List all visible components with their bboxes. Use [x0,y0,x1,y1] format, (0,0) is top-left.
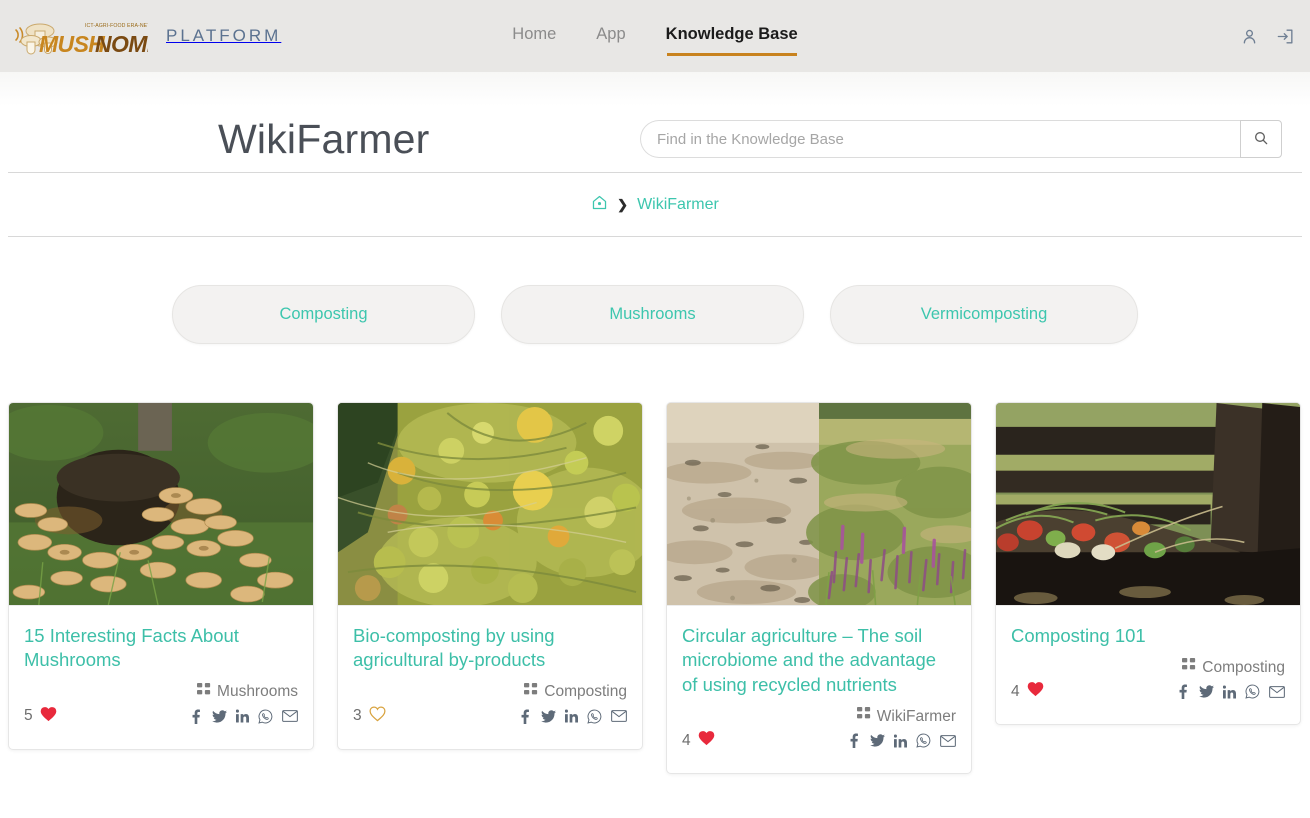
search-button[interactable] [1240,120,1282,158]
heart-icon-filled[interactable] [1027,681,1044,702]
nav-item-app[interactable]: App [596,25,625,48]
article-category[interactable]: Composting [1011,658,1285,677]
search-icon [1253,130,1269,149]
breadcrumb: ❯ WikiFarmer [0,173,1310,236]
search-input[interactable] [640,120,1240,158]
article-card[interactable]: 15 Interesting Facts About Mushrooms Mus… [8,402,314,750]
facebook-icon[interactable] [518,709,532,724]
social-share-row [189,709,298,724]
category-filter-row: Composting Mushrooms Vermicomposting [0,237,1310,344]
linkedin-icon[interactable] [565,709,578,723]
social-share-row [518,709,627,724]
article-image-circular-agriculture [667,403,971,606]
article-category-label: WikiFarmer [876,707,956,725]
page-title: WikiFarmer [218,115,430,162]
article-category-label: Composting [544,683,627,701]
whatsapp-icon[interactable] [1245,684,1260,700]
article-image-composting-101 [996,403,1300,606]
category-pill-mushrooms[interactable]: Mushrooms [501,285,804,344]
nav-item-knowledge-base[interactable]: Knowledge Base [666,25,798,56]
like-count: 4 [682,731,691,749]
breadcrumb-current[interactable]: WikiFarmer [637,196,719,214]
facebook-icon[interactable] [189,709,203,724]
linkedin-icon[interactable] [894,734,907,748]
card-body: Bio-composting by using agricultural by-… [338,606,642,749]
email-icon[interactable] [940,734,956,748]
card-footer: 3 [353,706,627,749]
heart-icon-filled[interactable] [40,706,57,727]
mushroom-logo-icon: ICT-AGRI-FOOD ERA-NET MUSH NOMICS [15,23,148,57]
nav-item-home[interactable]: Home [512,25,556,48]
card-body: 15 Interesting Facts About Mushrooms Mus… [9,606,313,749]
twitter-icon[interactable] [212,709,227,724]
user-icon[interactable] [1238,25,1260,47]
grid-icon [1182,658,1196,677]
platform-wordmark: PLATFORM [166,25,282,45]
breadcrumb-home-link[interactable] [591,194,608,216]
article-title[interactable]: 15 Interesting Facts About Mushrooms [24,624,298,673]
grid-icon [524,682,538,702]
linkedin-icon[interactable] [1223,685,1236,699]
card-body: Composting 101 Composting 4 [996,606,1300,724]
login-icon[interactable] [1274,25,1296,47]
article-title[interactable]: Composting 101 [1011,624,1285,648]
like-counter[interactable]: 4 [682,730,715,751]
top-header-bar: ICT-AGRI-FOOD ERA-NET MUSH NOMICS PLATFO… [0,0,1310,72]
article-title[interactable]: Circular agriculture – The soil microbio… [682,624,956,697]
article-card[interactable]: Circular agriculture – The soil microbio… [666,402,972,775]
article-card[interactable]: Bio-composting by using agricultural by-… [337,402,643,750]
twitter-icon[interactable] [1199,684,1214,699]
article-card-grid: 15 Interesting Facts About Mushrooms Mus… [0,344,1310,775]
page-title-row: WikiFarmer [0,106,1310,172]
card-footer: 4 [682,730,956,773]
whatsapp-icon[interactable] [587,709,602,724]
article-image-mushrooms [9,403,313,606]
header-gradient-strip [0,72,1310,106]
whatsapp-icon[interactable] [258,709,273,724]
like-count: 3 [353,707,362,725]
email-icon[interactable] [282,709,298,723]
social-share-row [847,733,956,749]
facebook-icon[interactable] [1176,684,1190,700]
facebook-icon[interactable] [847,733,861,749]
grid-icon [856,707,871,726]
card-footer: 5 [24,706,298,749]
linkedin-icon[interactable] [236,709,249,723]
twitter-icon[interactable] [541,709,556,724]
category-pill-composting[interactable]: Composting [172,285,475,344]
email-icon[interactable] [1269,685,1285,699]
breadcrumb-separator: ❯ [617,196,629,212]
header-actions [1238,25,1296,47]
card-body: Circular agriculture – The soil microbio… [667,606,971,773]
mushnomics-logo: ICT-AGRI-FOOD ERA-NET MUSH NOMICS [10,14,148,58]
article-category[interactable]: Mushrooms [24,682,298,702]
social-share-row [1176,684,1285,700]
like-count: 5 [24,707,33,725]
brand-logo-link[interactable]: ICT-AGRI-FOOD ERA-NET MUSH NOMICS PLATFO… [10,14,281,58]
knowledge-base-search [640,120,1282,158]
email-icon[interactable] [611,709,627,723]
heart-icon-filled[interactable] [698,730,715,751]
like-counter[interactable]: 4 [1011,681,1044,702]
card-footer: 4 [1011,681,1285,724]
article-card[interactable]: Composting 101 Composting 4 [995,402,1301,726]
article-title[interactable]: Bio-composting by using agricultural by-… [353,624,627,673]
category-pill-vermicomposting[interactable]: Vermicomposting [830,285,1138,344]
like-counter[interactable]: 5 [24,706,57,727]
like-count: 4 [1011,682,1020,700]
article-category[interactable]: Composting [353,682,627,702]
home-icon [591,195,608,215]
heart-icon-outline[interactable] [369,706,386,727]
twitter-icon[interactable] [870,733,885,748]
logo-eranet-caption: ICT-AGRI-FOOD ERA-NET [85,23,148,29]
article-category-label: Mushrooms [217,683,298,701]
article-category-label: Composting [1202,658,1285,676]
like-counter[interactable]: 3 [353,706,386,727]
whatsapp-icon[interactable] [916,733,931,748]
article-image-biocomposting [338,403,642,606]
logo-word-nomics: NOMICS [95,31,148,57]
article-category[interactable]: WikiFarmer [682,707,956,726]
grid-icon [197,682,211,702]
